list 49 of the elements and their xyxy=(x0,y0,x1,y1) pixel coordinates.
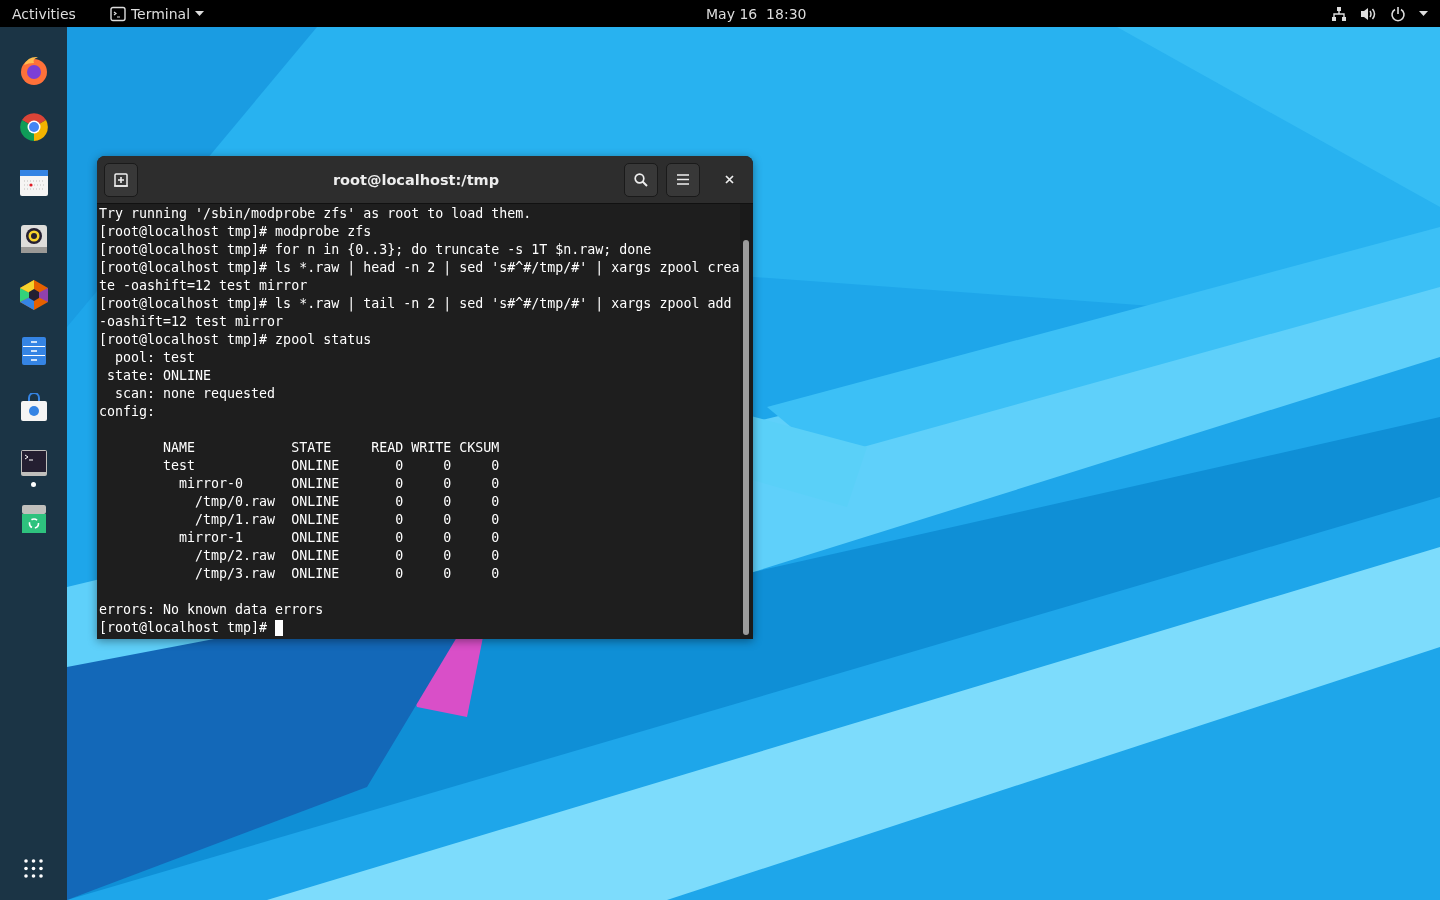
menu-icon xyxy=(677,174,689,185)
terminal-line: /tmp/0.raw ONLINE 0 0 0 xyxy=(194,493,500,511)
terminal-line: state: ONLINE xyxy=(106,367,212,385)
terminal-line: scan: none requested xyxy=(114,385,276,403)
cabinet-icon[interactable] xyxy=(21,337,46,365)
shopping-bag-icon[interactable] xyxy=(20,393,47,421)
terminal-line: test ONLINE 0 0 0 xyxy=(162,457,500,475)
scrollbar-thumb[interactable] xyxy=(743,240,749,635)
terminal-line: [root@localhost tmp]# xyxy=(99,619,269,637)
new-tab-icon xyxy=(114,172,128,187)
ring-globe-icon[interactable] xyxy=(18,112,49,142)
terminal-line: NAME STATE READ WRITE CKSUM xyxy=(162,439,500,457)
terminal-line: [root@localhost tmp]# modprobe zfs xyxy=(99,223,372,241)
hexagon-aperture-icon[interactable] xyxy=(19,280,48,310)
new-tab-button[interactable] xyxy=(104,162,138,197)
terminal-line: /tmp/2.raw ONLINE 0 0 0 xyxy=(194,547,500,565)
terminal-line: [root@localhost tmp]# for n in {0..3}; do truncate -s 1T $n.raw; done xyxy=(99,241,652,259)
terminal-line: pool: test xyxy=(114,349,196,367)
terminal-line: config: xyxy=(99,403,156,421)
clock[interactable]: May 16 18:30 xyxy=(706,5,807,22)
terminal-line: [root@localhost tmp]# ls *.raw | head -n 2 | sed 's#^#/tmp/#' | xargs zpool crea xyxy=(99,259,740,277)
menu-button[interactable] xyxy=(666,162,700,197)
caret-icon[interactable] xyxy=(1419,11,1428,16)
terminal-line: -oashift=12 test mirror xyxy=(99,313,284,331)
trash-icon[interactable] xyxy=(21,505,46,533)
close-icon xyxy=(724,175,734,184)
app-grid-icon[interactable] xyxy=(24,859,43,878)
power-icon[interactable] xyxy=(1390,5,1406,22)
caret-icon xyxy=(195,11,205,16)
terminal-line: mirror-1 ONLINE 0 0 0 xyxy=(178,529,500,547)
window-title: root@localhost:/tmp xyxy=(331,171,501,188)
terminal-line: Try running '/sbin/modprobe zfs' as root to load them. xyxy=(99,205,532,223)
terminal-line: te -oashift=12 test mirror xyxy=(99,277,308,295)
terminal-line: [root@localhost tmp]# ls *.raw | tail -n 2 | sed 's#^#/tmp/#' | xargs zpool add xyxy=(99,295,732,313)
activities-button[interactable]: Activities xyxy=(12,5,76,22)
terminal-line: [root@localhost tmp]# zpool status xyxy=(99,331,372,349)
terminal-line: mirror-0 ONLINE 0 0 0 xyxy=(178,475,500,493)
app-menu[interactable]: Terminal xyxy=(109,5,205,22)
terminal-line: errors: No known data errors xyxy=(99,601,324,619)
terminal-line: /tmp/3.raw ONLINE 0 0 0 xyxy=(194,565,500,583)
volume-icon[interactable] xyxy=(1360,5,1377,22)
search-button[interactable] xyxy=(624,162,658,197)
terminal-line: /tmp/1.raw ONLINE 0 0 0 xyxy=(194,511,500,529)
network-icon[interactable] xyxy=(1331,5,1347,22)
terminal-icon[interactable] xyxy=(20,450,47,476)
calendar-icon[interactable] xyxy=(19,170,48,196)
terminal-icon xyxy=(109,5,126,22)
speaker-icon[interactable] xyxy=(20,225,47,253)
search-icon xyxy=(634,172,648,187)
